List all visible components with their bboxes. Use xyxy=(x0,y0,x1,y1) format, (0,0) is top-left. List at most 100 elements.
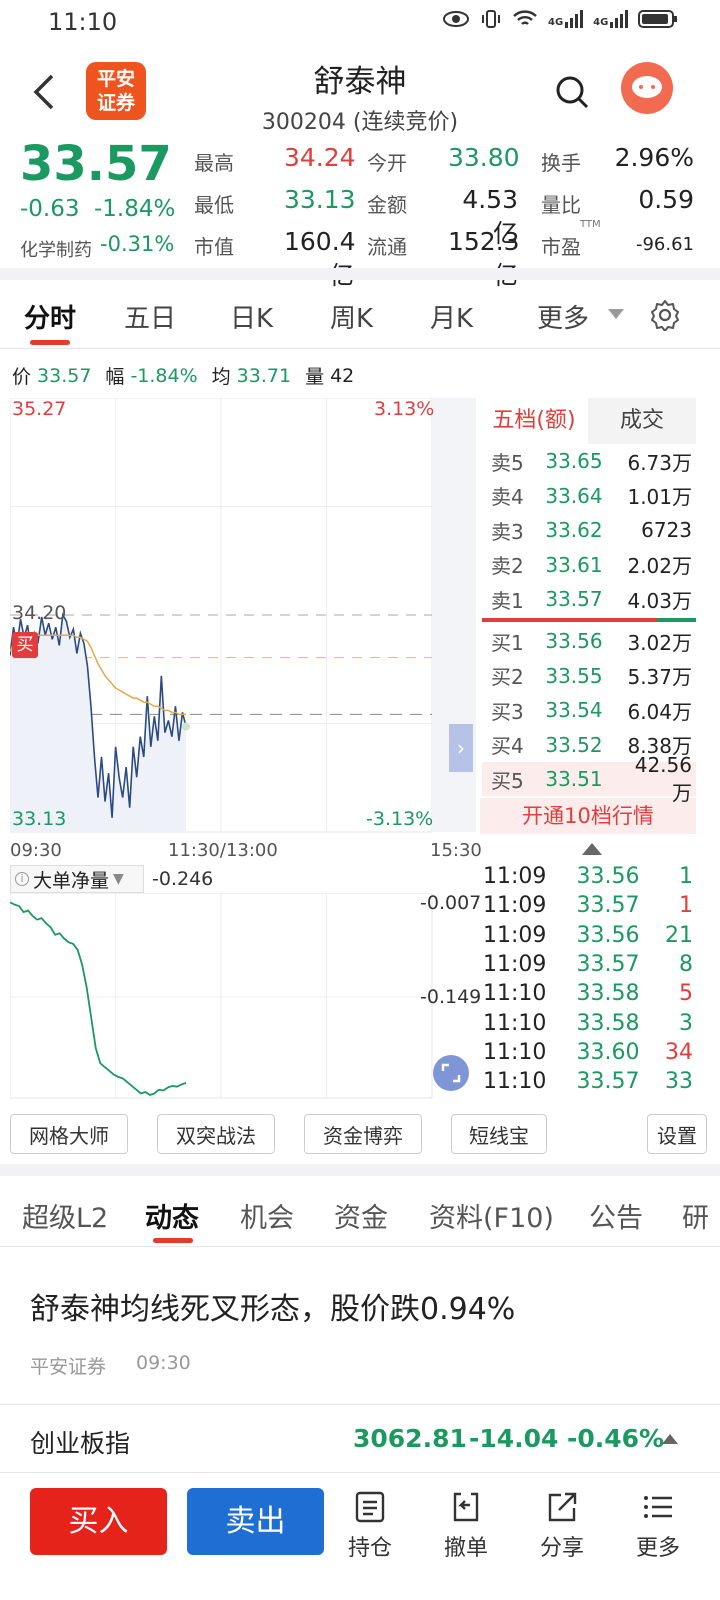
info-tab[interactable]: 资金 xyxy=(334,1196,388,1235)
sell-button[interactable]: 卖出 xyxy=(187,1488,324,1555)
bid-row[interactable]: 买5 33.51 42.56万 xyxy=(483,753,698,805)
tab-trades[interactable]: 成交 xyxy=(588,398,696,444)
info-tab[interactable]: 研 xyxy=(682,1196,709,1235)
chevron-up-icon[interactable] xyxy=(662,1434,678,1444)
stock-name: 舒泰神 xyxy=(313,64,407,100)
status-icons: 4G 4G xyxy=(442,8,678,30)
info-tab[interactable]: 公告 xyxy=(589,1196,643,1235)
bid-price: 33.54 xyxy=(545,698,603,722)
ask-volume: 4.03万 xyxy=(627,588,692,613)
ask-row[interactable]: 卖5 33.65 6.73万 xyxy=(483,444,698,478)
indicator-selector[interactable]: i 大单净量 ▼ xyxy=(10,865,144,893)
chart-tab[interactable]: 五日 xyxy=(124,298,176,335)
buy-marker[interactable]: 买 xyxy=(12,632,38,658)
orderbook-tabs: 五档(额) 成交 xyxy=(480,398,696,444)
dropdown-icon[interactable] xyxy=(608,309,624,321)
stat-label: 市盈 xyxy=(541,235,581,259)
sector-change: -0.31% xyxy=(100,232,175,256)
trade-tick-row: 11:10 33.58 5 xyxy=(483,979,698,1008)
ask-row[interactable]: 卖4 33.64 1.01万 xyxy=(483,479,698,513)
bid-volume: 42.56万 xyxy=(634,752,692,805)
ask-row[interactable]: 卖1 33.57 4.03万 xyxy=(483,582,698,616)
index-name[interactable]: 创业板指 xyxy=(30,1424,130,1460)
trade-tick-row: 11:09 33.56 21 xyxy=(483,921,698,950)
assistant-avatar[interactable] xyxy=(621,62,673,114)
bid-row[interactable]: 买3 33.54 6.04万 xyxy=(483,693,698,727)
info-tab[interactable]: 机会 xyxy=(240,1196,294,1235)
tick-price: 33.56 xyxy=(576,922,640,948)
share-label: 分享 xyxy=(539,1536,584,1561)
ask-volume: 1.01万 xyxy=(627,485,692,509)
signal-icon: 4G xyxy=(548,10,584,28)
ask-row[interactable]: 卖3 33.62 6723 xyxy=(483,513,698,547)
chat-bubble-icon xyxy=(632,76,662,98)
tick-price: 33.57 xyxy=(576,951,640,977)
ask-price: 33.57 xyxy=(545,587,603,611)
price-info-line: 价 33.57 幅 -1.84% 均 33.71 量 42 xyxy=(12,364,355,389)
info-tab[interactable]: 资料(F10) xyxy=(429,1196,554,1235)
bid-level: 买5 xyxy=(491,768,524,793)
stat-value: 34.24 xyxy=(284,143,356,172)
ask-level: 卖5 xyxy=(491,450,524,475)
settings-icon[interactable] xyxy=(649,299,681,331)
fullscreen-button[interactable] xyxy=(433,1055,469,1091)
cancel-order-button[interactable]: 撤单 xyxy=(426,1490,506,1580)
chart-tab[interactable]: 周K xyxy=(330,298,373,335)
bid-row[interactable]: 买2 33.55 5.37万 xyxy=(483,659,698,693)
chart-tab[interactable]: 更多 xyxy=(537,298,589,335)
stat-label: 换手 xyxy=(541,151,581,175)
ask-volume: 6723 xyxy=(641,518,692,542)
scroll-up-icon[interactable] xyxy=(582,843,602,855)
chart-tab[interactable]: 分时 xyxy=(24,298,76,335)
tick-volume: 8 xyxy=(679,951,693,977)
stat-value-text: 152.3亿 xyxy=(448,227,520,290)
pct-top-label: 3.13% xyxy=(374,398,435,420)
tool-button[interactable]: 网格大师 xyxy=(10,1114,128,1154)
tool-button[interactable]: 设置 xyxy=(647,1114,707,1154)
tick-time: 11:10 xyxy=(483,1010,547,1036)
eye-icon xyxy=(443,11,469,27)
chart-tab[interactable]: 日K xyxy=(230,298,273,335)
news-title[interactable]: 舒泰神均线死叉形态，股价跌0.94% xyxy=(30,1284,515,1328)
undo-icon xyxy=(453,1492,479,1522)
ask-price: 33.62 xyxy=(545,518,603,542)
stat-label: 金额 xyxy=(367,193,407,217)
divider xyxy=(0,1246,720,1247)
share-button[interactable]: 分享 xyxy=(522,1490,602,1580)
divider xyxy=(0,1164,720,1176)
tool-button[interactable]: 短线宝 xyxy=(451,1114,547,1154)
tick-price: 33.56 xyxy=(576,864,640,889)
indicator-chart[interactable] xyxy=(10,893,480,1099)
y-top-label: 35.27 xyxy=(12,398,67,420)
trade-tick-row: 11:10 33.57 33 xyxy=(483,1067,698,1096)
info-tab[interactable]: 动态 xyxy=(145,1196,199,1235)
tab-orderbook[interactable]: 五档(额) xyxy=(480,398,588,444)
bid-row[interactable]: 买1 33.56 3.02万 xyxy=(483,624,698,658)
ask-row[interactable]: 卖2 33.61 2.02万 xyxy=(483,548,698,582)
last-price: 33.57 xyxy=(20,136,172,192)
buy-button[interactable]: 买入 xyxy=(30,1488,167,1555)
more-button[interactable]: 更多 xyxy=(618,1490,698,1580)
intraday-chart[interactable] xyxy=(10,398,476,838)
indicator-value: -0.246 xyxy=(152,868,214,890)
tool-button[interactable]: 资金博弈 xyxy=(304,1114,422,1154)
index-change: -14.04 xyxy=(469,1424,559,1453)
ask-bid-divider xyxy=(482,618,657,622)
share-icon xyxy=(548,1492,577,1522)
search-icon[interactable] xyxy=(554,74,590,110)
tick-price: 33.60 xyxy=(576,1039,640,1065)
tick-volume: 34 xyxy=(665,1039,693,1065)
bid-price: 33.51 xyxy=(545,767,603,791)
stat-label: 最低 xyxy=(194,193,234,217)
bid-level: 买3 xyxy=(491,699,524,724)
expand-panel-button[interactable]: › xyxy=(449,724,473,772)
stat-value-text: 33.80 xyxy=(448,143,520,172)
tool-button[interactable]: 双突战法 xyxy=(157,1114,275,1154)
chart-tab[interactable]: 月K xyxy=(430,298,473,335)
info-tab[interactable]: 超级L2 xyxy=(22,1196,108,1235)
index-value: 3062.81 xyxy=(353,1424,467,1453)
holdings-button[interactable]: 持仓 xyxy=(330,1490,410,1580)
stat-label: 市值 xyxy=(194,235,234,259)
cancel-order-label: 撤单 xyxy=(443,1536,488,1561)
indicator-top-label: -0.007 xyxy=(420,892,482,914)
